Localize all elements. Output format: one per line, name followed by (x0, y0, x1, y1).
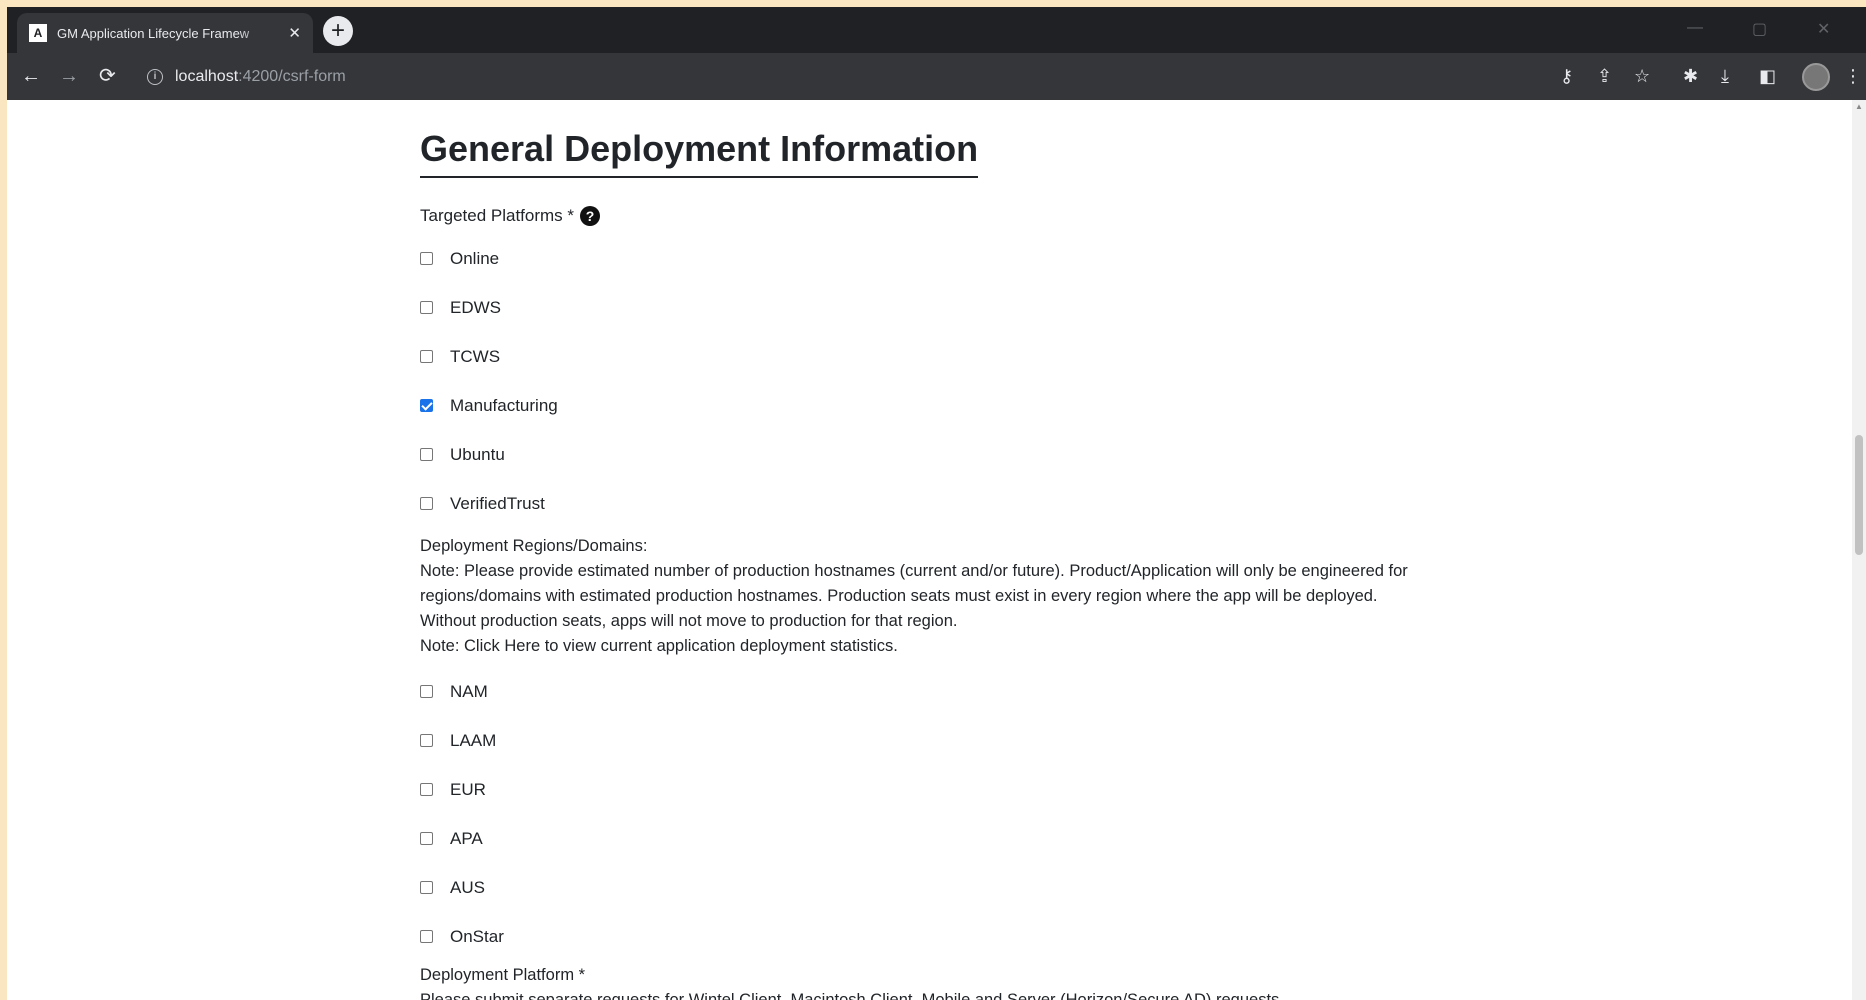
page-content: General Deployment Information Targeted … (7, 100, 1852, 1000)
menu-icon[interactable]: ⋮ (1844, 66, 1862, 86)
region-option-aus[interactable]: AUS (420, 863, 1420, 912)
platform-option-online[interactable]: Online (420, 234, 1420, 283)
checkbox[interactable] (420, 448, 433, 461)
scroll-up-arrow-icon[interactable]: ▲ (1855, 102, 1863, 111)
reload-icon[interactable]: ⟳ (99, 64, 116, 88)
deployment-regions-label: Deployment Regions/Domains: (420, 537, 648, 555)
forward-icon[interactable]: → (59, 64, 79, 88)
targeted-platforms-label: Targeted Platforms * ? (420, 206, 1420, 226)
address-bar[interactable]: i localhost:4200/csrf-form (147, 61, 1547, 92)
deployment-platform-description: Deployment Platform * Please submit sepa… (420, 963, 1420, 1000)
region-option-eur[interactable]: EUR (420, 765, 1420, 814)
close-tab-icon[interactable]: ✕ (288, 24, 301, 42)
deployment-platform-label: Deployment Platform * (420, 966, 586, 984)
region-option-laam[interactable]: LAAM (420, 716, 1420, 765)
browser-window: A GM Application Lifecycle Framew ✕ + — … (7, 7, 1866, 1000)
csrf-form: General Deployment Information Targeted … (420, 100, 1420, 1000)
back-icon[interactable]: ← (21, 64, 41, 88)
production-hostnames-note: Note: Please provide estimated number of… (420, 562, 1408, 630)
platform-option-manufacturing[interactable]: Manufacturing (420, 381, 1420, 430)
question-circle-icon[interactable]: ? (580, 206, 601, 226)
deployment-platform-note: Please submit separate requests for Wint… (420, 991, 1284, 1000)
region-option-nam[interactable]: NAM (420, 667, 1420, 716)
extensions-icon[interactable]: ✱ (1683, 66, 1698, 86)
site-info-icon[interactable]: i (147, 68, 163, 85)
checkbox[interactable] (420, 497, 433, 510)
deployment-regions-description: Deployment Regions/Domains: Note: Please… (420, 534, 1420, 659)
checkbox[interactable] (420, 930, 433, 943)
tab-strip: A GM Application Lifecycle Framew ✕ + — … (7, 7, 1866, 53)
platform-option-edws[interactable]: EDWS (420, 283, 1420, 332)
url-path: :4200/csrf-form (238, 67, 346, 85)
share-icon[interactable]: ⇪ (1597, 66, 1612, 86)
platform-option-verifiedtrust[interactable]: VerifiedTrust (420, 479, 1420, 528)
checkbox[interactable] (420, 301, 433, 314)
browser-toolbar: ← → ⟳ i localhost:4200/csrf-form ⚷ ⇪ ☆ ✱… (7, 53, 1866, 100)
checkbox[interactable] (420, 783, 433, 796)
page-scrollbar[interactable]: ▲ (1852, 100, 1866, 1000)
download-icon[interactable]: ⤓ (1721, 66, 1729, 86)
checkbox-checked[interactable] (420, 399, 433, 412)
checkbox[interactable] (420, 685, 433, 698)
checkbox[interactable] (420, 252, 433, 265)
profile-avatar[interactable] (1802, 63, 1830, 91)
deployment-regions-options: NAM LAAM EUR APA AUS OnStar (420, 667, 1420, 961)
region-option-apa[interactable]: APA (420, 814, 1420, 863)
platform-option-ubuntu[interactable]: Ubuntu (420, 430, 1420, 479)
close-window-icon[interactable]: ✕ (1817, 19, 1830, 39)
side-panel-icon[interactable]: ◧ (1759, 66, 1776, 86)
tab-title: GM Application Lifecycle Framew (57, 25, 250, 41)
key-icon[interactable]: ⚷ (1560, 66, 1573, 86)
region-option-onstar[interactable]: OnStar (420, 912, 1420, 961)
browser-tab[interactable]: A GM Application Lifecycle Framew ✕ (17, 13, 313, 53)
maximize-icon[interactable]: ▢ (1752, 19, 1767, 39)
new-tab-button[interactable]: + (323, 16, 353, 46)
checkbox[interactable] (420, 734, 433, 747)
platform-option-tcws[interactable]: TCWS (420, 332, 1420, 381)
targeted-platforms-options: Online EDWS TCWS Manufacturing Ubuntu Ve… (420, 234, 1420, 528)
minimize-icon[interactable]: — (1687, 19, 1703, 37)
deployment-statistics-note: Note: Click Here to view current applica… (420, 637, 898, 655)
angular-favicon-icon: A (29, 24, 47, 42)
checkbox[interactable] (420, 350, 433, 363)
checkbox[interactable] (420, 832, 433, 845)
checkbox[interactable] (420, 881, 433, 894)
section-title: General Deployment Information (420, 128, 979, 178)
bookmark-star-icon[interactable]: ☆ (1634, 66, 1650, 86)
scrollbar-thumb[interactable] (1855, 435, 1863, 555)
url-host: localhost (175, 67, 239, 85)
